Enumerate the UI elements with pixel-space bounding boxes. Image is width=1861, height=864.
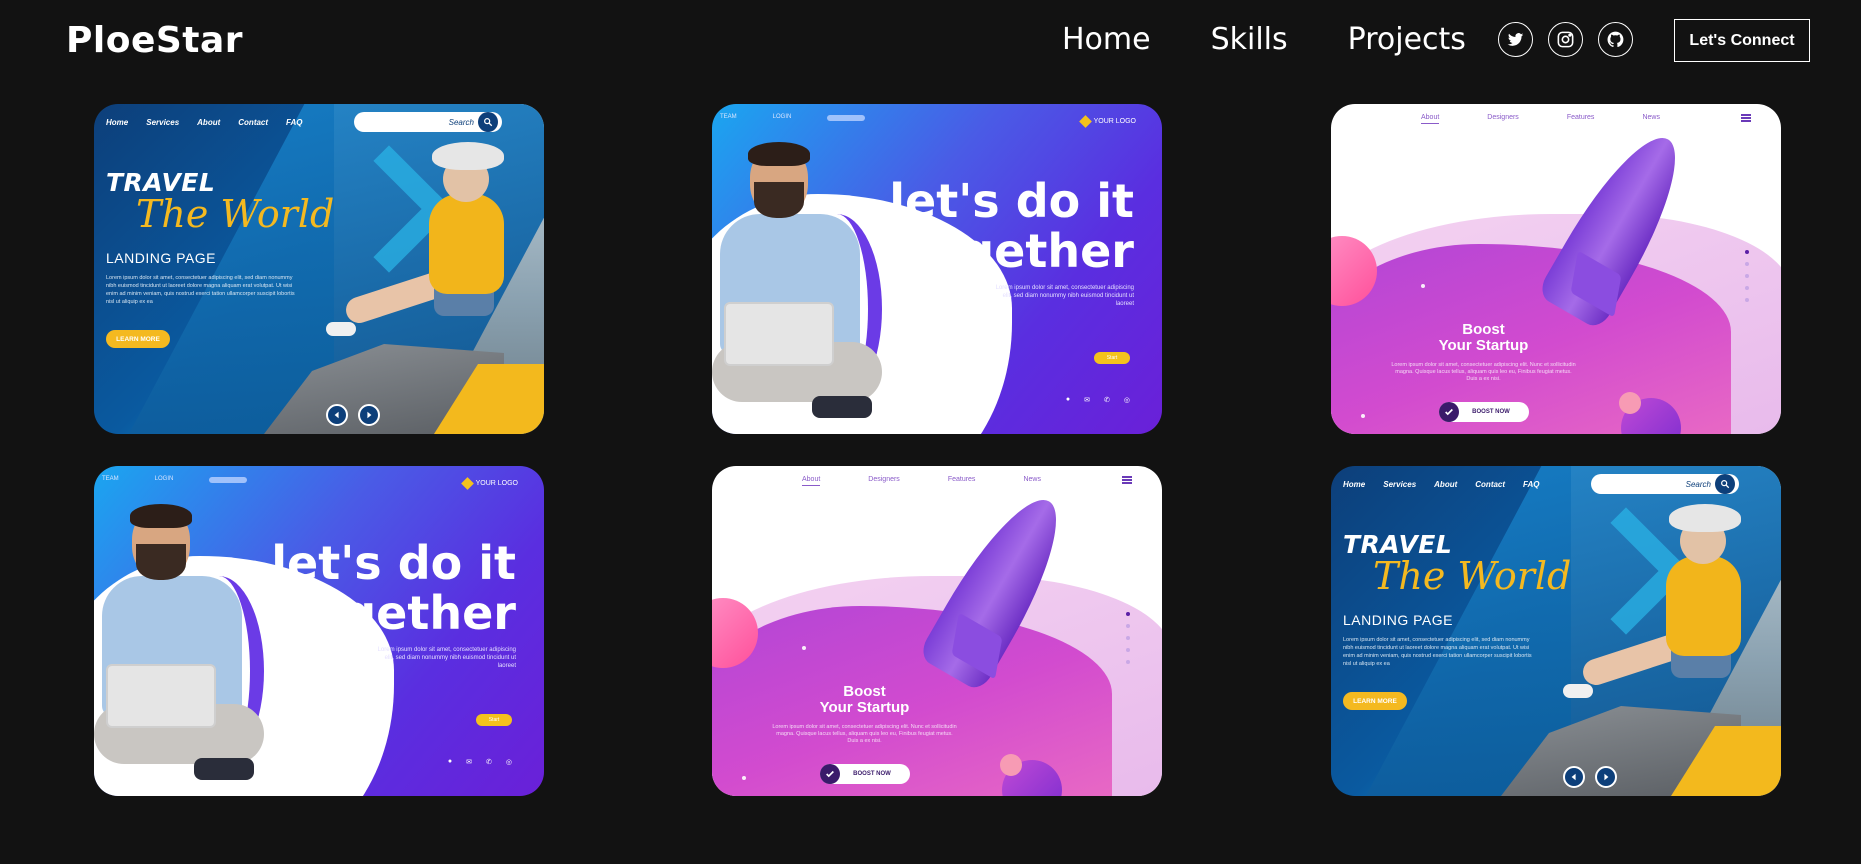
nav-link-skills[interactable]: Skills [1211,22,1288,57]
navbar: PloeStar Home Skills Projects Let's Conn… [0,0,1861,86]
mockup-logo: YOUR LOGO [460,477,518,490]
mockup-body-text: Lorem ipsum dolor sit amet, consectetuer… [377,647,516,669]
logo-icon [460,477,474,490]
phone-icon: ✆ [1104,397,1110,404]
mockup-nav: Home Services About Contact FAQ [1343,480,1540,489]
mockup-title: let's do it together [889,174,1134,278]
mockup-start-button: Start [1094,352,1130,364]
github-icon[interactable] [1598,22,1633,57]
location-icon: ● [1065,396,1071,403]
globe-icon: ◎ [1123,397,1130,404]
project-card-travel[interactable]: Home Services About Contact FAQ Search T… [1331,466,1781,796]
mail-icon: ✉ [466,759,473,766]
search-icon [478,112,498,132]
logo-icon [1078,115,1092,128]
laptop-icon [106,664,216,728]
brand-logo[interactable]: PloeStar [66,20,243,61]
arrow-right-icon [358,404,380,426]
mockup-title: Boost Your Startup [819,683,910,716]
mockup-subtitle: LANDING PAGE [106,250,216,266]
phone-icon: ✆ [486,759,492,766]
globe-icon: ◎ [505,759,512,766]
mockup-title: let's do it together [271,536,516,640]
project-card-startup[interactable]: About Designers Features News Boost Your… [1331,104,1781,434]
mockup-pagination [1126,612,1130,664]
check-icon [1439,402,1459,422]
mockup-body-text: Lorem ipsum dolor sit amet, consectetuer… [1391,362,1576,382]
mockup-nav: About Designers Features News [802,476,1041,486]
mockup-script-title: The World [136,192,335,236]
mockup-carousel-arrows [1563,766,1617,788]
mockup-body-text: Lorem ipsum dolor sit amet, consectetuer… [106,275,295,305]
location-icon: ● [447,758,453,765]
mockup-logo: YOUR LOGO [1078,115,1136,128]
mockup-body-text: Lorem ipsum dolor sit amet, consectetuer… [995,285,1134,307]
mockup-icon-row: ● ✉ ✆ ◎ [1066,396,1130,404]
nav-links: Home Skills Projects [1062,22,1466,57]
mockup-carousel-arrows [326,404,380,426]
arrow-left-icon [1563,766,1585,788]
twitter-icon[interactable] [1498,22,1533,57]
mockup-body-text: Lorem ipsum dolor sit amet, consectetuer… [772,724,957,744]
instagram-icon[interactable] [1548,22,1583,57]
project-card-travel[interactable]: Home Services About Contact FAQ Search T… [94,104,544,434]
mail-icon: ✉ [1084,397,1091,404]
check-icon [820,764,840,784]
mockup-pagination [1745,250,1749,302]
mockup-nav: Home Services About Contact FAQ [106,118,303,127]
project-card-startup[interactable]: About Designers Features News Boost Your… [712,466,1162,796]
mockup-script-title: The World [1373,554,1572,598]
hamburger-icon [1122,476,1132,484]
project-card-together[interactable]: TEAM LOGIN YOUR LOGO let's do it togethe… [94,466,544,796]
mockup-icon-row: ● ✉ ✆ ◎ [448,758,512,766]
mockup-body-text: Lorem ipsum dolor sit amet, consectetuer… [1343,637,1532,667]
traveler-image [429,194,504,294]
social-links [1498,22,1633,57]
mockup-nav: About Designers Features News [1421,114,1660,124]
hamburger-icon [1741,114,1751,122]
project-card-together[interactable]: TEAM LOGIN YOUR LOGO let's do it togethe… [712,104,1162,434]
search-icon [1715,474,1735,494]
arrow-right-icon [1595,766,1617,788]
mockup-learn-more: LEARN MORE [1343,692,1407,710]
mockup-title: Boost Your Startup [1438,321,1529,354]
mockup-learn-more: LEARN MORE [106,330,170,348]
arrow-left-icon [326,404,348,426]
mockup-subtitle: LANDING PAGE [1343,612,1453,628]
traveler-image [1666,556,1741,656]
nav-link-projects[interactable]: Projects [1348,22,1466,57]
mockup-start-button: Start [476,714,512,726]
lets-connect-button[interactable]: Let's Connect [1674,19,1810,62]
laptop-icon [724,302,834,366]
nav-link-home[interactable]: Home [1062,22,1151,57]
